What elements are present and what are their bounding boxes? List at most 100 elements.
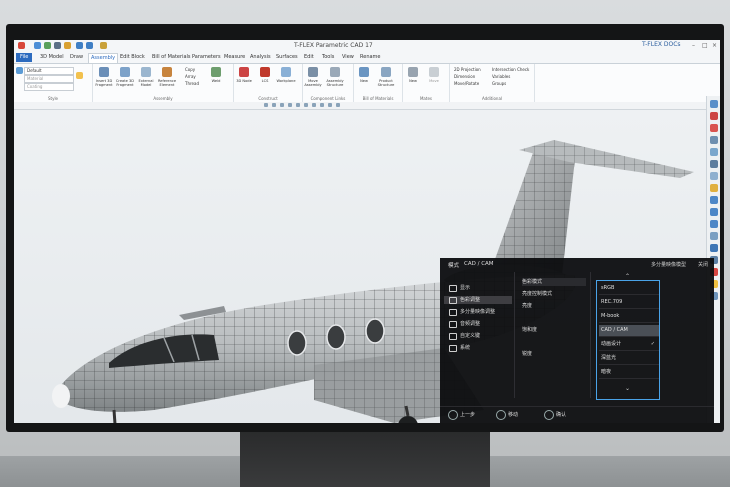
osd-submenu-brightness[interactable]: 亮度 [522, 302, 532, 310]
redo-icon[interactable] [86, 42, 93, 49]
cube-top-icon[interactable] [710, 220, 718, 228]
3d-node-icon[interactable] [239, 67, 249, 77]
tab-3d-model[interactable]: 3D Model [40, 53, 64, 62]
product-structure-label[interactable]: Product Structure [376, 79, 396, 87]
style-combo[interactable]: Default [24, 67, 74, 75]
move-assembly-icon[interactable] [308, 67, 318, 77]
weld-label[interactable]: Weld [206, 79, 226, 83]
tool-icon[interactable] [304, 103, 308, 107]
osd-menu-custom-key[interactable]: 自定义键 [444, 332, 512, 340]
tool-icon[interactable] [296, 103, 300, 107]
dimension-button[interactable]: Dimension [454, 74, 475, 79]
move-mate-label[interactable]: Move [424, 79, 444, 83]
save-icon[interactable] [54, 42, 61, 49]
tab-bill-of-materials[interactable]: Bill of Materials [152, 53, 191, 62]
external-model-label[interactable]: External Model [136, 79, 156, 87]
rotate-icon[interactable] [710, 160, 718, 168]
intersection-check-button[interactable]: Intersection Check [492, 67, 529, 72]
osd-menu-system[interactable]: 系统 [444, 344, 512, 352]
tab-edit[interactable]: Edit [304, 53, 314, 62]
print-icon[interactable] [64, 42, 71, 49]
osd-option-deep-blue[interactable]: 深蓝光 [599, 353, 659, 365]
assembly-structure-label[interactable]: Assembly Structure [325, 79, 345, 87]
osd-submenu-color-mode[interactable]: 色彩模式 [522, 278, 586, 286]
tab-view[interactable]: View [342, 53, 354, 62]
thread-button[interactable]: Thread [185, 81, 199, 86]
close-icon[interactable]: × [712, 42, 717, 49]
tab-assembly[interactable]: Assembly [88, 53, 119, 63]
zoom-icon[interactable] [710, 136, 718, 144]
tool-icon[interactable] [312, 103, 316, 107]
lcs-label[interactable]: LCS [255, 79, 275, 83]
cube-view-icon[interactable] [710, 196, 718, 204]
weld-icon[interactable] [211, 67, 221, 77]
minimize-icon[interactable]: – [692, 42, 695, 49]
scroll-up-icon[interactable]: ⌃ [625, 273, 630, 280]
osd-option-cad-cam[interactable]: CAD / CAM [599, 325, 659, 337]
tool-icon[interactable] [264, 103, 268, 107]
options-icon[interactable] [100, 42, 107, 49]
tab-tools[interactable]: Tools [322, 53, 334, 62]
osd-option-animation[interactable]: 动画设计 ✓ [599, 339, 659, 351]
groups-button[interactable]: Groups [492, 81, 506, 86]
move-assembly-label[interactable]: Move Assembly [303, 79, 323, 87]
new-mate-label[interactable]: New [403, 79, 423, 83]
undo-icon[interactable] [76, 42, 83, 49]
osd-option-srgb[interactable]: sRGB [599, 283, 659, 295]
maximize-icon[interactable]: □ [702, 42, 708, 49]
create-fragment-label[interactable]: Create 3D Fragment [115, 79, 135, 87]
search-icon[interactable] [710, 148, 718, 156]
pan-icon[interactable] [710, 172, 718, 180]
insert-fragment-icon[interactable] [99, 67, 109, 77]
osd-menu-display[interactable]: 显示 [444, 284, 512, 292]
cube-front-icon[interactable] [710, 208, 718, 216]
tool-icon[interactable] [328, 103, 332, 107]
camera-icon[interactable] [710, 112, 718, 120]
tab-measure[interactable]: Measure [224, 53, 245, 62]
magnet-icon[interactable] [710, 124, 718, 132]
copy-button[interactable]: Copy [185, 67, 195, 72]
new-mate-icon[interactable] [408, 67, 418, 77]
osd-option-mbook[interactable]: M-book [599, 311, 659, 323]
move-rotate-button[interactable]: Move/Rotate [454, 81, 479, 86]
tab-edit-block[interactable]: Edit Block [120, 53, 145, 62]
workplane-icon[interactable] [281, 67, 291, 77]
tool-icon[interactable] [280, 103, 284, 107]
view-icon[interactable] [710, 100, 718, 108]
tool-icon[interactable] [272, 103, 276, 107]
array-button[interactable]: Array [185, 74, 196, 79]
2d-projection-button[interactable]: 2D Projection [454, 67, 481, 72]
color-icon[interactable] [76, 72, 83, 79]
new-bom-icon[interactable] [359, 67, 369, 77]
osd-option-rec709[interactable]: REC.709 [599, 297, 659, 309]
open-file-icon[interactable] [44, 42, 51, 49]
variables-button[interactable]: Variables [492, 74, 510, 79]
scroll-down-icon[interactable]: ⌄ [625, 385, 630, 392]
external-model-icon[interactable] [141, 67, 151, 77]
3d-node-label[interactable]: 3D Node [234, 79, 254, 83]
osd-menu-multi-image[interactable]: 多分量映像调整 [444, 308, 512, 316]
osd-submenu-saturation[interactable]: 饱和度 [522, 326, 537, 334]
move-mate-icon[interactable] [429, 67, 439, 77]
material-combo[interactable]: Material [24, 75, 74, 83]
tool-icon[interactable] [336, 103, 340, 107]
osd-submenu-brightness-mode[interactable]: 亮度控制模式 [522, 290, 552, 298]
reference-element-label[interactable]: Reference Element [157, 79, 177, 87]
osd-menu-audio[interactable]: 音频调整 [444, 320, 512, 328]
product-structure-icon[interactable] [381, 67, 391, 77]
section-icon[interactable] [710, 232, 718, 240]
tab-file[interactable]: File [16, 53, 33, 62]
tab-rename[interactable]: Rename [360, 53, 381, 62]
osd-option-dark-night[interactable]: 暗夜 [599, 367, 659, 379]
tool-icon[interactable] [320, 103, 324, 107]
new-bom-label[interactable]: New [354, 79, 374, 83]
osd-close-button[interactable]: 关闭 [698, 261, 708, 268]
tab-draw[interactable]: Draw [70, 53, 83, 62]
tab-surfaces[interactable]: Surfaces [276, 53, 298, 62]
coating-combo[interactable]: Coating [24, 83, 74, 91]
insert-fragment-label[interactable]: Insert 3D Fragment [94, 79, 114, 87]
osd-submenu-sharpness[interactable]: 锐度 [522, 350, 532, 358]
workplane-label[interactable]: Workplane [276, 79, 296, 83]
light-icon[interactable] [710, 184, 718, 192]
create-fragment-icon[interactable] [120, 67, 130, 77]
